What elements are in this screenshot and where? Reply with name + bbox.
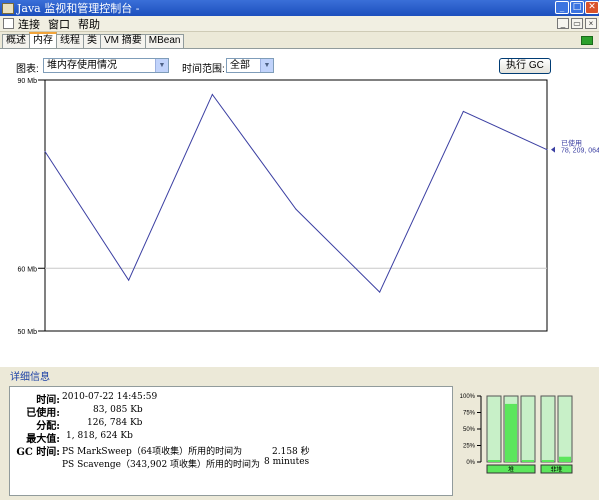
chart-select-value: 堆内存使用情况 bbox=[47, 60, 117, 71]
y-tick-label: 60 Mb bbox=[18, 266, 38, 273]
gc-collector-time: 2.158 秒 bbox=[272, 447, 310, 457]
gc-collector-name: PS Scavenge（343,902 项收集）所用的时间为 bbox=[62, 460, 261, 470]
detail-key: GC 时间: bbox=[16, 447, 60, 458]
chart-canvas: 90 Mb 60 Mb 50 Mb 已使用78, 209, 064 bbox=[18, 78, 599, 336]
chevron-down-icon[interactable]: ▼ bbox=[155, 59, 168, 72]
chart-label: 图表: bbox=[16, 64, 39, 75]
pool-bar-fill bbox=[522, 460, 534, 462]
details-section: 详细信息 时间: 2010-07-22 14:45:59 已使用: 83, 08… bbox=[0, 367, 599, 500]
time-range-label: 时间范围: bbox=[182, 64, 225, 75]
scale-label: 100% bbox=[460, 394, 476, 400]
window-controls: _ □ ✕ bbox=[555, 1, 599, 14]
pool-bar-fill bbox=[559, 456, 571, 462]
memory-pool-bars: 100% 75% 50% 25% 0% 堆 非堆 bbox=[455, 386, 599, 498]
maximize-button[interactable]: □ bbox=[570, 1, 584, 14]
menu-connection[interactable]: 连接 bbox=[18, 16, 40, 32]
details-box: 时间: 2010-07-22 14:45:59 已使用: 83, 085 Kb … bbox=[9, 386, 453, 496]
time-range-select[interactable]: 全部 ▼ bbox=[226, 58, 274, 73]
pool-bar-fill bbox=[488, 460, 500, 462]
memory-pool-chart: 100% 75% 50% 25% 0% 堆 非堆 bbox=[460, 394, 573, 474]
legend-label: 已使用 bbox=[561, 139, 582, 148]
chart-controls: 图表: 堆内存使用情况 ▼ 时间范围: 全部 ▼ 执行 GC bbox=[0, 49, 599, 77]
menu-window[interactable]: 窗口 bbox=[48, 16, 70, 32]
gc-collector-time: 8 minutes bbox=[264, 457, 310, 467]
tab-mbeans[interactable]: MBean bbox=[144, 34, 185, 48]
data-point bbox=[44, 151, 46, 153]
scale-label: 50% bbox=[463, 427, 476, 433]
time-range-value: 全部 bbox=[230, 60, 250, 71]
detail-value: 126, 784 Kb bbox=[87, 418, 143, 428]
memory-panel: 图表: 堆内存使用情况 ▼ 时间范围: 全部 ▼ 执行 GC 90 Mb 60 M… bbox=[0, 49, 599, 367]
tab-classes[interactable]: 类 bbox=[83, 34, 101, 48]
data-point bbox=[128, 279, 130, 281]
legend-value: 78, 209, 064 bbox=[561, 148, 599, 155]
chart-select[interactable]: 堆内存使用情况 ▼ bbox=[43, 58, 169, 73]
frame-minimize-icon[interactable]: _ bbox=[557, 18, 569, 29]
perform-gc-button[interactable]: 执行 GC bbox=[499, 58, 551, 74]
pool-bar-track bbox=[520, 395, 536, 463]
connection-status-icon bbox=[581, 36, 593, 45]
pool-bar-track bbox=[557, 395, 573, 463]
tab-threads[interactable]: 线程 bbox=[56, 34, 84, 48]
title-bar: Java 监视和管理控制台 - _ □ ✕ bbox=[0, 0, 599, 16]
detail-value: 83, 085 Kb bbox=[93, 405, 143, 415]
pool-bar-track bbox=[486, 395, 502, 463]
gc-collector-name: PS MarkSweep（64项收集）所用的时间为 bbox=[62, 447, 243, 457]
java-app-icon bbox=[2, 2, 14, 14]
data-point bbox=[546, 149, 548, 151]
chevron-down-icon[interactable]: ▼ bbox=[260, 59, 273, 72]
data-point bbox=[379, 291, 381, 293]
window-title: Java 监视和管理控制台 - bbox=[17, 2, 140, 15]
tab-overview[interactable]: 概述 bbox=[2, 34, 30, 48]
data-point bbox=[211, 93, 213, 95]
pool-bar-fill bbox=[542, 460, 554, 462]
detail-value: 1, 818, 624 Kb bbox=[66, 431, 133, 441]
tab-memory[interactable]: 内存 bbox=[29, 32, 57, 48]
close-button[interactable]: ✕ bbox=[585, 1, 599, 14]
detail-value: 2010-07-22 14:45:59 bbox=[62, 392, 158, 402]
tab-bar: 概述 内存 线程 类 VM 摘要 MBean bbox=[0, 32, 599, 49]
pool-bar-fill bbox=[505, 403, 517, 462]
internal-frame-controls: _ ▭ × bbox=[557, 18, 597, 29]
minimize-button[interactable]: _ bbox=[555, 1, 569, 14]
non-heap-group-label: 非堆 bbox=[550, 466, 562, 474]
tab-vm-summary[interactable]: VM 摘要 bbox=[100, 34, 146, 48]
scale-label: 0% bbox=[466, 460, 475, 466]
details-heading: 详细信息 bbox=[10, 372, 50, 383]
y-tick-label: 50 Mb bbox=[18, 329, 38, 336]
plot-area bbox=[44, 79, 548, 332]
heap-group-label: 堆 bbox=[508, 466, 514, 474]
data-point bbox=[295, 208, 297, 210]
internal-frame-icon[interactable] bbox=[3, 18, 14, 29]
scale-label: 75% bbox=[463, 411, 476, 417]
y-tick-label: 90 Mb bbox=[18, 78, 38, 85]
legend-marker-icon bbox=[551, 146, 555, 153]
heap-usage-chart: 90 Mb 60 Mb 50 Mb 已使用 78, 209, 064 bbox=[0, 77, 599, 367]
frame-close-icon[interactable]: × bbox=[585, 18, 597, 29]
frame-restore-icon[interactable]: ▭ bbox=[571, 18, 583, 29]
scale-label: 25% bbox=[463, 444, 476, 450]
menu-help[interactable]: 帮助 bbox=[78, 16, 100, 32]
menu-bar: 连接 窗口 帮助 _ ▭ × bbox=[0, 16, 599, 32]
pool-bar-track bbox=[540, 395, 556, 463]
data-point bbox=[462, 110, 464, 112]
